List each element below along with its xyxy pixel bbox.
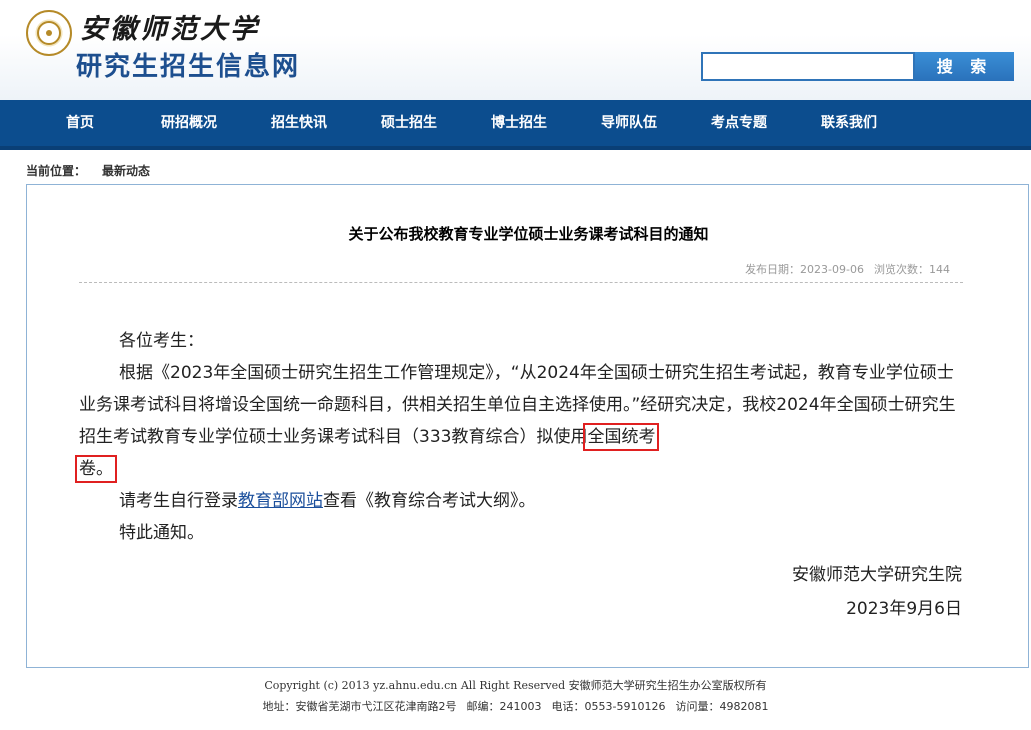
nav-item-exam-site[interactable]: 考点专题: [711, 100, 767, 146]
paragraph-login: 请考生自行登录教育部网站查看《教育综合考试大纲》。: [79, 485, 963, 517]
article-title: 关于公布我校教育专业学位硕士业务课考试科目的通知: [348, 225, 709, 243]
breadcrumb-current[interactable]: 最新动态: [102, 164, 150, 178]
article-meta: 发布日期：2023-09-06 浏览次数：144: [745, 263, 950, 277]
nav-item-news[interactable]: 招生快讯: [271, 100, 327, 146]
footer-address: 地址：安徽省芜湖市弋江区花津南路2号: [262, 700, 457, 713]
search-button[interactable]: 搜 索: [915, 52, 1014, 81]
moe-website-link[interactable]: 教育部网站: [238, 491, 323, 511]
highlight-paper: 卷。: [75, 455, 117, 483]
footer-visits: 访问量：4982081: [675, 700, 769, 713]
view-count: 浏览次数：144: [874, 263, 950, 276]
highlight-national-exam: 全国统考: [583, 423, 660, 451]
breadcrumb: 当前位置： 最新动态: [26, 161, 150, 181]
article-body: 各位考生： 根据《2023年全国硕士研究生招生工作管理规定》，“从2024年全国…: [75, 325, 963, 549]
site-name[interactable]: 研究生招生信息网: [76, 50, 300, 84]
paragraph-decision: 根据《2023年全国硕士研究生招生工作管理规定》，“从2024年全国硕士研究生招…: [75, 357, 963, 485]
nav-item-home[interactable]: 首页: [66, 100, 94, 146]
article-panel: 关于公布我校教育专业学位硕士业务课考试科目的通知 发布日期：2023-09-06…: [26, 184, 1029, 668]
paragraph-login-after: 查看《教育综合考试大纲》。: [323, 491, 536, 511]
search-input[interactable]: [701, 52, 915, 81]
footer-phone: 电话：0553-5910126: [551, 700, 666, 713]
footer-copyright: Copyright (c) 2013 yz.ahnu.edu.cn All Ri…: [264, 679, 767, 692]
paragraph-decision-text: 根据《2023年全国硕士研究生招生工作管理规定》，“从2024年全国硕士研究生招…: [79, 363, 956, 447]
main-nav: 首页 研招概况 招生快讯 硕士招生 博士招生 导师队伍 考点专题 联系我们: [0, 100, 1031, 150]
publish-date: 发布日期：2023-09-06: [745, 263, 864, 276]
university-seal-icon[interactable]: [26, 10, 72, 56]
greeting: 各位考生：: [119, 331, 204, 351]
nav-item-master[interactable]: 硕士招生: [381, 100, 437, 146]
signature-date: 2023年9月6日: [846, 599, 962, 619]
site-header: 安徽师范大学 研究生招生信息网 搜 索: [0, 0, 1031, 100]
nav-item-supervisors[interactable]: 导师队伍: [601, 100, 657, 146]
footer-contact: 地址：安徽省芜湖市弋江区花津南路2号 邮编：241003 电话：0553-59101…: [0, 699, 1031, 715]
paragraph-login-before: 请考生自行登录: [119, 491, 238, 511]
nav-item-overview[interactable]: 研招概况: [161, 100, 217, 146]
university-name[interactable]: 安徽师范大学: [80, 14, 260, 46]
seal-center-dot: [46, 30, 52, 36]
closing: 特此通知。: [119, 523, 204, 543]
signature-org: 安徽师范大学研究生院: [792, 565, 962, 585]
breadcrumb-prefix: 当前位置：: [26, 164, 87, 178]
footer-postcode: 邮编：241003: [466, 700, 542, 713]
nav-item-doctor[interactable]: 博士招生: [491, 100, 547, 146]
nav-item-contact[interactable]: 联系我们: [821, 100, 877, 146]
title-divider: [79, 282, 963, 283]
